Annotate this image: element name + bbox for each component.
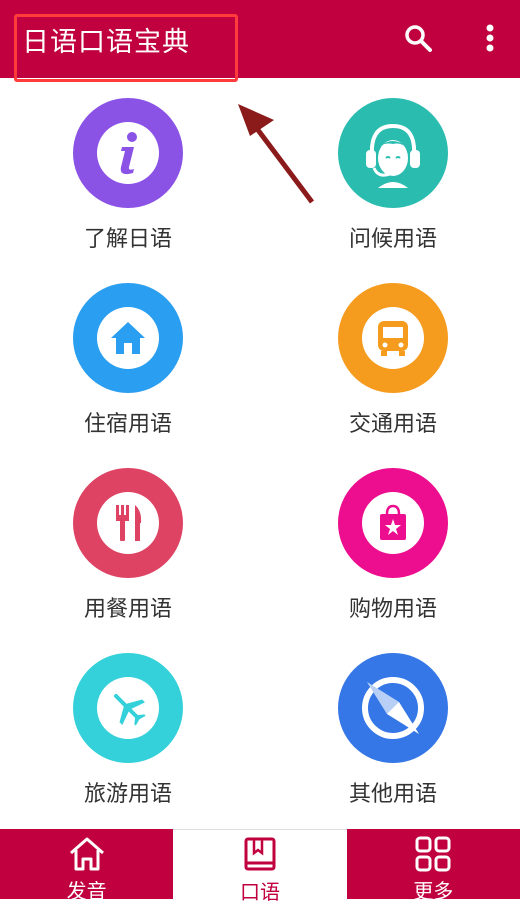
book-icon xyxy=(242,836,278,878)
tab-pronunciation[interactable]: 发音 xyxy=(0,829,174,903)
tab-more[interactable]: 更多 xyxy=(346,829,520,903)
tile-transportation[interactable]: 交通用语 xyxy=(293,263,493,448)
tile-understand-japanese[interactable]: 了解日语 xyxy=(28,78,228,263)
tile-label: 问候用语 xyxy=(348,227,437,252)
tile-label: 用餐用语 xyxy=(83,597,172,622)
bottom-nav: 发音 口语 更多 xyxy=(0,829,520,904)
home-icon xyxy=(67,835,107,877)
info-icon xyxy=(73,98,183,208)
house-icon xyxy=(73,283,183,393)
tile-accommodation[interactable]: 住宿用语 xyxy=(28,263,228,448)
tile-label: 交通用语 xyxy=(348,412,437,437)
tile-label: 了解日语 xyxy=(83,227,172,252)
tab-spoken[interactable]: 口语 xyxy=(173,829,347,904)
search-icon[interactable] xyxy=(398,18,438,58)
tile-greetings[interactable]: 问候用语 xyxy=(293,78,493,263)
title-highlight-box xyxy=(14,14,238,82)
tile-label: 购物用语 xyxy=(348,597,437,622)
tile-label: 住宿用语 xyxy=(83,412,172,437)
grid-icon xyxy=(414,835,452,877)
tile-travel[interactable]: 旅游用语 xyxy=(28,633,228,818)
tile-label: 其他用语 xyxy=(348,782,437,807)
airplane-icon xyxy=(73,653,183,763)
bus-icon xyxy=(338,283,448,393)
tab-label: 更多 xyxy=(413,879,454,903)
shopping-bag-icon xyxy=(338,468,448,578)
tile-shopping[interactable]: 购物用语 xyxy=(293,448,493,633)
compass-icon xyxy=(338,653,448,763)
tile-dining[interactable]: 用餐用语 xyxy=(28,448,228,633)
tab-label: 发音 xyxy=(66,879,107,903)
fork-knife-icon xyxy=(73,468,183,578)
tile-label: 旅游用语 xyxy=(83,782,172,807)
overflow-menu-icon[interactable] xyxy=(470,18,510,58)
tile-other[interactable]: 其他用语 xyxy=(293,633,493,818)
tab-label: 口语 xyxy=(239,880,280,904)
headset-girl-icon xyxy=(338,98,448,208)
